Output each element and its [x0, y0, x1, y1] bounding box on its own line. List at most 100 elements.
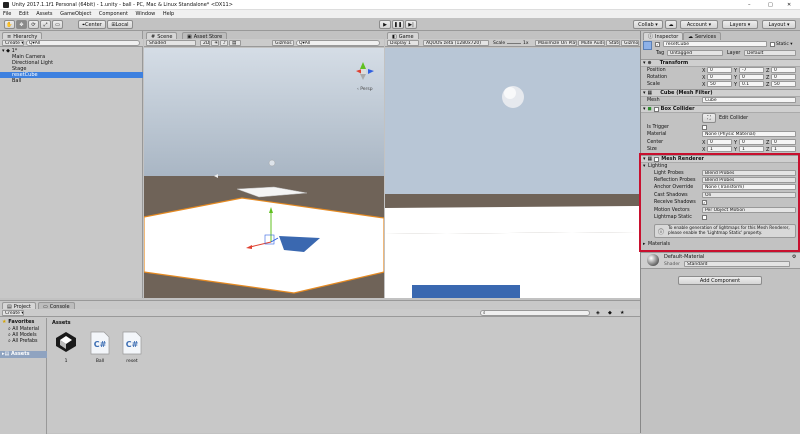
- step-button[interactable]: ▶|: [405, 20, 417, 29]
- cast-shadows-dropdown[interactable]: On: [702, 192, 796, 198]
- center-z-field[interactable]: 0: [771, 139, 796, 145]
- asset-item-scene[interactable]: 1: [54, 331, 78, 367]
- mesh-filter-header[interactable]: ▾ ▦ Cube (Mesh Filter): [641, 89, 800, 97]
- materials-foldout[interactable]: Materials: [648, 242, 670, 247]
- mesh-renderer-header[interactable]: ▾ ▦ Mesh Renderer: [641, 155, 798, 163]
- pivot-local-button[interactable]: ⊞ Local: [107, 20, 133, 29]
- receive-shadows-checkbox[interactable]: ✓: [702, 200, 707, 205]
- mesh-field[interactable]: Cube: [702, 97, 796, 103]
- material-settings-icon[interactable]: ⚙: [792, 254, 796, 260]
- filter-label-icon[interactable]: ◆: [608, 310, 612, 316]
- asset-item-ball[interactable]: C# Ball: [88, 331, 112, 367]
- rotation-z-field[interactable]: 0: [771, 74, 796, 80]
- maximize-on-play-toggle[interactable]: Maximize On Play: [535, 40, 577, 46]
- collider-material-field[interactable]: None (Physic Material): [702, 131, 796, 137]
- scene-effects-dropdown[interactable]: ▤: [229, 40, 241, 46]
- lightmap-static-checkbox[interactable]: [702, 215, 707, 220]
- size-y-field[interactable]: 1: [739, 146, 764, 152]
- add-component-button[interactable]: Add Component: [678, 276, 762, 285]
- tab-services[interactable]: ☁ Services: [683, 32, 722, 40]
- edit-collider-button[interactable]: ⛶: [702, 113, 716, 123]
- menu-window[interactable]: Window: [133, 10, 159, 18]
- box-collider-enabled-checkbox[interactable]: [653, 106, 659, 112]
- game-viewport[interactable]: [385, 48, 640, 298]
- rotate-tool-button[interactable]: ⟳: [28, 20, 39, 29]
- stats-toggle[interactable]: Stats: [606, 40, 620, 46]
- static-dropdown[interactable]: Static ▾: [776, 42, 793, 47]
- scene-viewport[interactable]: ‹ Persp: [144, 48, 384, 298]
- scale-x-field[interactable]: 50: [707, 81, 732, 87]
- scene-2d-toggle[interactable]: 2D: [200, 40, 210, 46]
- rotation-y-field[interactable]: 0: [739, 74, 764, 80]
- size-x-field[interactable]: 1: [707, 146, 732, 152]
- hierarchy-search-input[interactable]: Q▾All: [26, 40, 140, 46]
- object-name-input[interactable]: resetCube: [663, 41, 767, 47]
- menu-help[interactable]: Help: [160, 10, 177, 18]
- scene-search-input[interactable]: Q▾All: [296, 40, 380, 46]
- scale-tool-button[interactable]: ⤢: [40, 20, 51, 29]
- hierarchy-create-button[interactable]: Create ▾: [2, 40, 24, 46]
- rotation-x-field[interactable]: 0: [707, 74, 732, 80]
- motion-vectors-dropdown[interactable]: Per Object Motion: [702, 207, 796, 213]
- assets-folder-selected[interactable]: ▸▤ Assets: [0, 351, 47, 358]
- transform-header[interactable]: ▾ ⊕ Transform: [641, 59, 800, 67]
- static-checkbox[interactable]: [770, 42, 775, 47]
- scene-shading-dropdown[interactable]: Shaded: [146, 40, 196, 46]
- favorite-all-prefabs[interactable]: ⌕ All Prefabs: [8, 338, 38, 344]
- mute-audio-toggle[interactable]: Mute Audio: [578, 40, 605, 46]
- menu-component[interactable]: Component: [96, 10, 131, 18]
- play-button[interactable]: ▶: [379, 20, 391, 29]
- game-gizmos-dropdown[interactable]: Gizmos ▾: [621, 40, 639, 46]
- shader-dropdown[interactable]: Standard: [684, 261, 790, 267]
- game-display-dropdown[interactable]: Display 1: [387, 40, 419, 46]
- layers-button[interactable]: Layers ▾: [722, 20, 758, 29]
- scale-y-field[interactable]: 0.1: [739, 81, 764, 87]
- layout-button[interactable]: Layout ▾: [762, 20, 796, 29]
- scene-lighting-toggle[interactable]: ☀: [211, 40, 219, 46]
- position-z-field[interactable]: 0: [771, 67, 796, 73]
- center-y-field[interactable]: 0: [739, 139, 764, 145]
- reflection-probes-dropdown[interactable]: Blend Probes: [702, 177, 796, 183]
- object-active-checkbox[interactable]: ✓: [655, 42, 660, 47]
- box-collider-header[interactable]: ▾ ◼ Box Collider: [641, 105, 800, 113]
- scale-z-field[interactable]: 50: [771, 81, 796, 87]
- menu-assets[interactable]: Assets: [33, 10, 55, 18]
- game-resolution-dropdown[interactable]: AQUOS zeta (1280x720): [423, 40, 489, 46]
- menu-edit[interactable]: Edit: [16, 10, 32, 18]
- filter-type-icon[interactable]: ◈: [596, 310, 600, 316]
- maximize-button[interactable]: □: [768, 2, 773, 8]
- tab-inspector[interactable]: ⓘ Inspector: [643, 32, 684, 40]
- pivot-center-button[interactable]: ⌖ Center: [78, 20, 106, 29]
- layer-dropdown[interactable]: Default: [744, 50, 796, 56]
- project-create-button[interactable]: Create ▾: [2, 310, 24, 316]
- minimize-button[interactable]: –: [748, 2, 751, 8]
- scene-gizmos-dropdown[interactable]: Gizmos ▾: [272, 40, 294, 46]
- menu-gameobject[interactable]: GameObject: [57, 10, 94, 18]
- size-z-field[interactable]: 1: [771, 146, 796, 152]
- account-button[interactable]: Account ▾: [680, 20, 718, 29]
- cloud-icon[interactable]: ☁: [665, 20, 677, 29]
- rect-tool-button[interactable]: ▭: [52, 20, 63, 29]
- position-y-field[interactable]: -7: [739, 67, 764, 73]
- move-tool-button[interactable]: ✥: [16, 20, 27, 29]
- close-button[interactable]: ✕: [787, 2, 791, 8]
- asset-item-reset[interactable]: C# reset: [120, 331, 144, 367]
- tag-dropdown[interactable]: Untagged: [667, 50, 723, 56]
- game-scale-slider[interactable]: [507, 43, 521, 44]
- favorite-star-icon[interactable]: ★: [620, 310, 624, 316]
- light-probes-dropdown[interactable]: Blend Probes: [702, 170, 796, 176]
- anchor-override-field[interactable]: None (Transform): [702, 184, 796, 190]
- scene-audio-toggle[interactable]: ♪: [220, 40, 228, 46]
- is-trigger-checkbox[interactable]: [702, 125, 707, 130]
- pause-button[interactable]: ❚❚: [392, 20, 404, 29]
- center-x-field[interactable]: 0: [707, 139, 732, 145]
- menu-file[interactable]: File: [0, 10, 14, 18]
- lighting-foldout[interactable]: Lighting: [648, 164, 667, 169]
- hand-tool-button[interactable]: ✋: [4, 20, 15, 29]
- mesh-renderer-enabled-checkbox[interactable]: [654, 156, 660, 162]
- collab-button[interactable]: Collab ▾: [633, 20, 663, 29]
- position-x-field[interactable]: 0: [707, 67, 732, 73]
- favorites-header[interactable]: ★ Favorites: [2, 319, 34, 325]
- project-search-input[interactable]: ⌕: [480, 310, 590, 316]
- hierarchy-item-ball[interactable]: Ball: [12, 78, 21, 84]
